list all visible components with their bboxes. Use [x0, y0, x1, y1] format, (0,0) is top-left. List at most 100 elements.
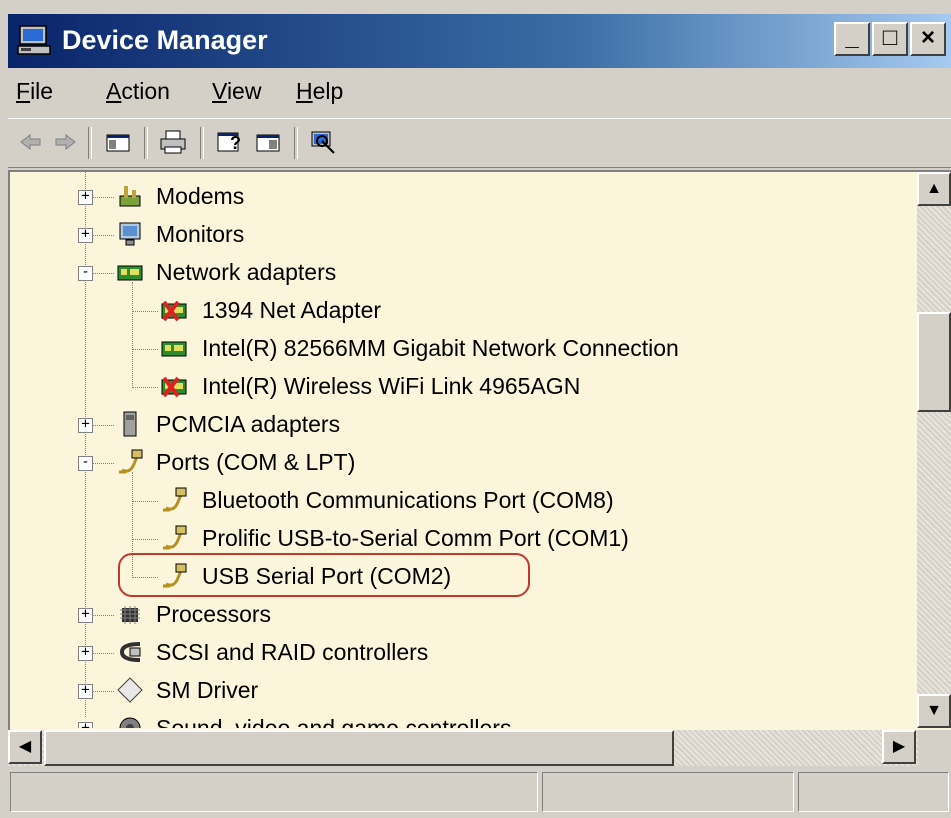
- expand-icon[interactable]: +: [78, 189, 93, 205]
- scroll-down-button[interactable]: ▼: [917, 694, 951, 728]
- toolbar-separator: [200, 127, 204, 159]
- help-icon[interactable]: ?: [214, 127, 244, 157]
- toolbar: ?: [8, 118, 951, 168]
- tree-connector: [132, 501, 158, 502]
- tree-item-label: Bluetooth Communications Port (COM8): [202, 487, 614, 513]
- minimize-button[interactable]: _: [834, 22, 870, 56]
- tree-item[interactable]: Bluetooth Communications Port (COM8): [10, 482, 910, 520]
- tree-item-label: Prolific USB-to-Serial Comm Port (COM1): [202, 525, 629, 551]
- device-manager-icon: [17, 25, 51, 55]
- toolbar-separator: [144, 127, 148, 159]
- device-manager-window: Device Manager _ □ × File Action View He…: [0, 0, 951, 818]
- tree-item[interactable]: + Monitors: [10, 216, 910, 254]
- title-bar[interactable]: Device Manager _ □ ×: [8, 14, 951, 68]
- print-icon[interactable]: [158, 127, 188, 157]
- menu-help-label: elp: [312, 78, 344, 104]
- tree-item[interactable]: Prolific USB-to-Serial Comm Port (COM1): [10, 520, 910, 558]
- expand-icon[interactable]: +: [78, 645, 93, 661]
- port-icon: [163, 525, 187, 550]
- scroll-up-button[interactable]: ▲: [917, 172, 951, 206]
- status-panel: [798, 772, 949, 812]
- expand-icon[interactable]: +: [78, 227, 93, 243]
- tree-item-label: PCMCIA adapters: [156, 411, 341, 437]
- menu-file[interactable]: File: [16, 78, 53, 105]
- sound-icon: [119, 717, 141, 728]
- forward-icon[interactable]: [52, 127, 78, 157]
- menu-action[interactable]: Action: [106, 78, 170, 105]
- tree-item-label: SCSI and RAID controllers: [156, 639, 429, 665]
- menu-help[interactable]: Help: [296, 78, 343, 105]
- port-icon: [119, 449, 143, 474]
- monitor-icon: [119, 222, 141, 246]
- horizontal-scrollbar[interactable]: ◀ ▶: [8, 730, 918, 766]
- tree-item-label: SM Driver: [156, 677, 259, 703]
- tree-item[interactable]: + SCSI and RAID controllers: [10, 634, 910, 672]
- properties-icon[interactable]: [254, 127, 282, 157]
- tree-item-label: Intel(R) 82566MM Gigabit Network Connect…: [202, 335, 679, 361]
- tree-connector: [132, 539, 158, 540]
- vertical-scroll-thumb[interactable]: [917, 312, 951, 412]
- tree-item[interactable]: + PCMCIA adapters: [10, 406, 910, 444]
- scan-hardware-icon[interactable]: [308, 127, 338, 157]
- menu-help-mnemonic: H: [296, 78, 313, 104]
- network-adapter-icon: [161, 341, 187, 357]
- tree-item-label: Modems: [156, 183, 245, 209]
- modem-icon: [119, 186, 141, 207]
- tree-item[interactable]: + SM Driver: [10, 672, 910, 710]
- collapse-icon[interactable]: -: [78, 455, 93, 471]
- window-title: Device Manager: [62, 25, 268, 55]
- menu-view-mnemonic: V: [212, 78, 227, 104]
- expand-icon[interactable]: +: [78, 683, 93, 699]
- menu-file-mnemonic: F: [16, 78, 31, 104]
- tree-item[interactable]: + Sound, video and game controllers: [10, 710, 910, 728]
- pcmcia-icon: [123, 411, 137, 437]
- network-adapter-disabled-icon: [161, 376, 187, 398]
- menu-view-label: iew: [226, 78, 262, 104]
- scroll-right-button[interactable]: ▶: [882, 730, 916, 764]
- network-adapter-disabled-icon: [161, 300, 187, 322]
- horizontal-scroll-thumb[interactable]: [44, 730, 674, 766]
- close-button[interactable]: ×: [910, 22, 946, 56]
- back-icon[interactable]: [18, 127, 44, 157]
- tree-connector: [132, 387, 158, 388]
- tree-item-label: Monitors: [156, 221, 245, 247]
- scroll-left-button[interactable]: ◀: [8, 730, 42, 764]
- menu-view[interactable]: View: [212, 78, 261, 105]
- tree-item[interactable]: - Ports (COM & LPT): [10, 444, 910, 482]
- port-icon: [163, 563, 187, 588]
- tree-item-label: USB Serial Port (COM2): [202, 563, 452, 589]
- tree-item[interactable]: Intel(R) 82566MM Gigabit Network Connect…: [10, 330, 910, 368]
- tree-connector: [132, 349, 158, 350]
- status-bar: [8, 772, 951, 814]
- vertical-scrollbar[interactable]: ▲ ▼: [917, 172, 951, 728]
- maximize-button[interactable]: □: [872, 22, 908, 56]
- sm-driver-icon: [117, 677, 143, 703]
- menu-action-mnemonic: A: [106, 78, 122, 104]
- tree-connector: [132, 311, 158, 312]
- menu-file-label: ile: [30, 78, 54, 104]
- tree-item[interactable]: + Modems: [10, 178, 910, 216]
- tree-item[interactable]: - Network adapters: [10, 254, 910, 292]
- device-tree[interactable]: + Modems + Monitors - Network adapters 1394 Ne…: [10, 172, 920, 728]
- status-panel: [542, 772, 794, 812]
- expand-icon[interactable]: +: [78, 607, 93, 623]
- expand-icon[interactable]: +: [78, 417, 93, 433]
- tree-item[interactable]: USB Serial Port (COM2): [10, 558, 910, 596]
- show-hide-tree-icon[interactable]: [104, 127, 132, 157]
- port-icon: [163, 487, 187, 512]
- menu-action-label: ction: [121, 78, 170, 104]
- tree-item-label: Processors: [156, 601, 272, 627]
- network-adapter-icon: [117, 265, 143, 281]
- tree-item[interactable]: 1394 Net Adapter: [10, 292, 910, 330]
- tree-connector: [132, 577, 158, 578]
- collapse-icon[interactable]: -: [78, 265, 93, 281]
- tree-item[interactable]: Intel(R) Wireless WiFi Link 4965AGN: [10, 368, 910, 406]
- tree-item-label: Ports (COM & LPT): [156, 449, 356, 475]
- toolbar-separator: [294, 127, 298, 159]
- status-panel: [10, 772, 538, 812]
- expand-icon[interactable]: +: [78, 721, 93, 728]
- tree-item-label: Intel(R) Wireless WiFi Link 4965AGN: [202, 373, 581, 399]
- tree-item-label: Sound, video and game controllers: [156, 715, 512, 728]
- tree-item[interactable]: + Processors: [10, 596, 910, 634]
- tree-item-label: Network adapters: [156, 259, 337, 285]
